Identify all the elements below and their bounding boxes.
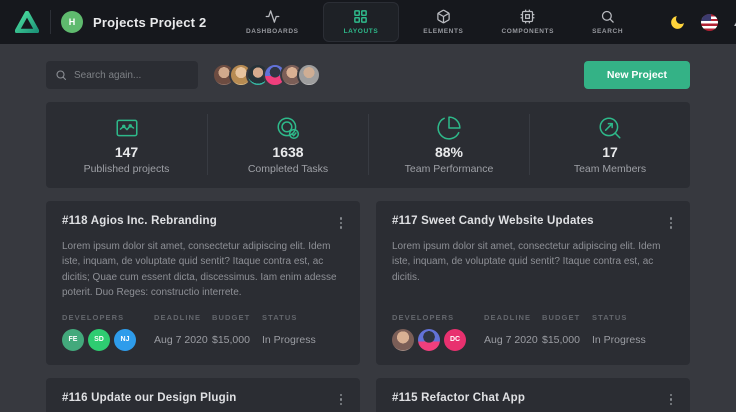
card-footer: DEVELOPERS DEADLINE BUDGET STATUS FE SD … <box>62 301 344 351</box>
project-card-118: #118 Agios Inc. Rebranding Lorem ipsum d… <box>46 201 360 365</box>
kebab-menu-icon[interactable] <box>668 392 675 408</box>
page-title: Projects Project 2 <box>93 15 206 30</box>
project-cards-grid: #118 Agios Inc. Rebranding Lorem ipsum d… <box>46 201 690 412</box>
activity-icon <box>265 9 280 24</box>
us-flag-icon[interactable] <box>701 14 718 31</box>
deadline-value: Aug 7 2020 <box>484 334 542 346</box>
navbar-left: H Projects Project 2 <box>14 10 232 34</box>
developer-avatars: FE SD NJ <box>62 329 154 351</box>
budget-value: $15,000 <box>542 334 592 346</box>
brand-logo-icon[interactable] <box>14 10 40 34</box>
developer-avatar-photo <box>418 329 440 351</box>
team-avatar-group <box>212 63 321 87</box>
card-title: #117 Sweet Candy Website Updates <box>392 215 594 227</box>
developers-label: DEVELOPERS <box>392 313 484 322</box>
triangle-logo-icon <box>15 11 39 33</box>
deadline-label: DEADLINE <box>484 313 542 322</box>
project-card-115: #115 Refactor Chat App Lorem ipsum dolor… <box>376 378 690 412</box>
search-icon <box>600 9 615 24</box>
stat-label: Completed Tasks <box>248 163 328 175</box>
nav-item-layouts[interactable]: LAYOUTS <box>323 2 400 42</box>
zoom-arrow-icon <box>597 114 623 141</box>
card-title: #116 Update our Design Plugin <box>62 392 237 404</box>
nav-label: DASHBOARDS <box>246 28 299 35</box>
moon-icon[interactable] <box>669 14 686 31</box>
layout-grid-icon <box>353 9 368 24</box>
nav-label: COMPONENTS <box>501 28 554 35</box>
project-card-116: #116 Update our Design Plugin Lorem ipsu… <box>46 378 360 412</box>
deadline-value: Aug 7 2020 <box>154 334 212 346</box>
project-card-117: #117 Sweet Candy Website Updates Lorem i… <box>376 201 690 365</box>
card-title: #118 Agios Inc. Rebranding <box>62 215 217 227</box>
search-icon <box>55 69 67 81</box>
card-title: #115 Refactor Chat App <box>392 392 525 404</box>
nav-label: LAYOUTS <box>344 28 379 35</box>
stat-value: 147 <box>115 144 138 160</box>
divider <box>50 10 51 34</box>
main-nav: DASHBOARDS LAYOUTS ELEMENTS COMPONENTS S… <box>232 2 637 42</box>
team-member-avatar[interactable] <box>297 63 321 87</box>
line-chart-icon <box>114 114 140 141</box>
stat-team-performance: 88% Team Performance <box>368 114 529 175</box>
stat-value: 17 <box>602 144 618 160</box>
status-label: STATUS <box>592 313 674 322</box>
navbar: H Projects Project 2 DASHBOARDS LAYOUTS … <box>0 0 736 44</box>
tasks-target-icon <box>275 114 301 141</box>
card-description: Lorem ipsum dolor sit amet, consectetur … <box>392 239 674 286</box>
app-root: H Projects Project 2 DASHBOARDS LAYOUTS … <box>0 0 736 412</box>
nav-item-components[interactable]: COMPONENTS <box>487 3 568 41</box>
stat-published-projects: 147 Published projects <box>46 114 207 175</box>
status-value: In Progress <box>592 334 674 346</box>
toolbar: New Project <box>0 61 736 89</box>
navbar-right <box>637 7 736 37</box>
stat-label: Team Performance <box>405 163 494 175</box>
deadline-label: DEADLINE <box>154 313 212 322</box>
box-icon <box>436 9 451 24</box>
budget-label: BUDGET <box>212 313 262 322</box>
new-project-button[interactable]: New Project <box>584 61 690 89</box>
kebab-menu-icon[interactable] <box>668 215 675 231</box>
stat-team-members: 17 Team Members <box>529 114 690 175</box>
stat-value: 88% <box>435 144 463 160</box>
nav-item-elements[interactable]: ELEMENTS <box>409 3 477 41</box>
search-input[interactable] <box>74 70 189 81</box>
kebab-menu-icon[interactable] <box>338 392 345 408</box>
stats-panel: 147 Published projects 1638 Completed Ta… <box>46 102 690 188</box>
budget-label: BUDGET <box>542 313 592 322</box>
stat-completed-tasks: 1638 Completed Tasks <box>207 114 368 175</box>
nav-label: ELEMENTS <box>423 28 463 35</box>
cpu-icon <box>520 9 535 24</box>
kebab-menu-icon[interactable] <box>338 215 345 231</box>
status-label: STATUS <box>262 313 344 322</box>
nav-item-search[interactable]: SEARCH <box>578 3 637 41</box>
stat-value: 1638 <box>272 144 303 160</box>
stat-label: Team Members <box>574 163 646 175</box>
developer-avatars: DC <box>392 329 484 351</box>
nav-item-dashboards[interactable]: DASHBOARDS <box>232 3 313 41</box>
budget-value: $15,000 <box>212 334 262 346</box>
pie-chart-icon <box>436 114 462 141</box>
search-box <box>46 61 198 89</box>
developer-avatar-photo <box>392 329 414 351</box>
stat-label: Published projects <box>84 163 170 175</box>
developers-label: DEVELOPERS <box>62 313 154 322</box>
developer-avatar: FE <box>62 329 84 351</box>
workspace-avatar[interactable]: H <box>61 11 83 33</box>
developer-avatar: NJ <box>114 329 136 351</box>
status-value: In Progress <box>262 334 344 346</box>
developer-avatar: DC <box>444 329 466 351</box>
developer-avatar: SD <box>88 329 110 351</box>
nav-label: SEARCH <box>592 28 623 35</box>
card-footer: DEVELOPERS DEADLINE BUDGET STATUS DC Aug… <box>392 301 674 351</box>
card-description: Lorem ipsum dolor sit amet, consectetur … <box>62 239 344 301</box>
